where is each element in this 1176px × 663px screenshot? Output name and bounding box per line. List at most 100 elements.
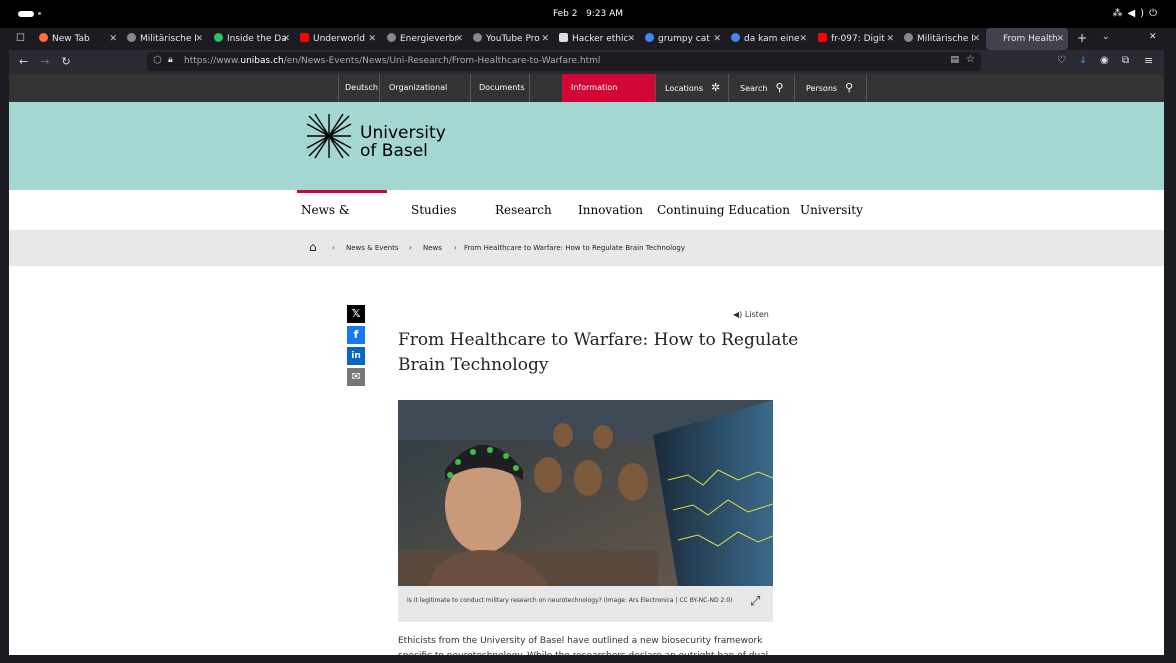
close-window-icon[interactable]: ✕ [1149,32,1157,42]
chevron-right-icon: › [454,244,457,252]
tab-8[interactable]: da kam eine ✕ [731,28,809,50]
close-icon[interactable]: ✕ [455,28,463,50]
persons-button[interactable]: Persons ⚲ [799,74,867,102]
close-icon[interactable]: ✕ [282,28,290,50]
tab-5[interactable]: YouTube Pro ✕ [473,28,551,50]
nav-university[interactable]: University [800,190,863,230]
tab-strip: ☐ New Tab ✕ Militärische I ✕ Inside the Da… [9,28,1164,50]
os-top-bar: Feb 2 9:23 AM ⁂◀)⏻ [0,0,1176,28]
volume-icon: ◀) [1127,8,1150,19]
bookmark-star-icon[interactable]: ☆ [966,54,975,65]
close-icon[interactable]: ✕ [1056,28,1064,50]
chevron-right-icon: › [332,244,335,252]
forward-icon[interactable]: → [40,55,61,68]
close-icon[interactable]: ✕ [109,28,117,50]
chevron-down-icon[interactable]: ⌄ [1102,32,1110,42]
breadcrumb-current: From Healthcare to Warfare: How to Regul… [464,244,685,252]
close-icon[interactable]: ✕ [972,28,980,50]
university-wordmark[interactable]: University of Basel [360,124,446,160]
close-icon[interactable]: ✕ [195,28,203,50]
tab-10[interactable]: Militärische I ✕ [904,28,982,50]
logo-line-2: of Basel [360,141,428,161]
lock-icon[interactable]: 🔒︎ [168,55,173,65]
persons-label: Persons [806,84,838,93]
tab-label: Inside the Da [227,34,287,44]
new-tab-icon[interactable]: + [1077,31,1087,45]
nav-innovation[interactable]: Innovation [578,190,643,230]
tab-label: Energieverbr [400,34,459,44]
tab-label: grumpy cat [658,34,710,44]
hero-image[interactable] [398,400,773,586]
tab-9[interactable]: fr-097: Digit ✕ [818,28,896,50]
tab-1[interactable]: Militärische I ✕ [127,28,205,50]
search-button[interactable]: Search ⚲ [733,74,795,102]
url-text: https://www.unibas.ch/en/News-Events/New… [184,56,600,66]
tab-3[interactable]: Underworld ✕ [300,28,378,50]
article-body: Ethicists from the University of Basel h… [398,636,771,655]
extensions-icon[interactable]: ⧉ [1122,55,1129,66]
nav-studies[interactable]: Studies [411,190,457,230]
search-label: Search [740,84,768,93]
nav-research[interactable]: Research [495,190,552,230]
search-icon: ⚲ [775,81,784,94]
image-caption: Is it legitimate to conduct military res… [398,586,773,622]
menu-icon[interactable]: ≡ [1144,54,1153,67]
account-icon[interactable]: ◉ [1100,55,1109,66]
org-units-link[interactable]: Organizational units [383,74,471,120]
tab-label: From Health [1003,34,1058,44]
deutsch-link[interactable]: Deutsch [338,74,380,102]
close-icon[interactable]: ✕ [886,28,894,50]
system-tray[interactable]: ⁂◀)⏻ [1112,8,1162,19]
tab-overview-icon[interactable]: ☐ [16,33,25,44]
expand-icon[interactable]: ⤢ [750,594,760,609]
tab-2[interactable]: Inside the Da ✕ [214,28,292,50]
speaker-icon: ◀) [733,310,743,319]
share-x-button[interactable]: 𝕏 [347,305,365,323]
caption-text: Is it legitimate to conduct military res… [407,597,733,604]
information-for-button[interactable]: Information for...▲ [562,74,656,120]
close-icon[interactable]: ✕ [799,28,807,50]
power-icon: ⏻ [1149,8,1162,19]
close-icon[interactable]: ✕ [713,28,721,50]
reload-icon[interactable]: ↻ [61,55,82,68]
locations-button[interactable]: Locations ✲ [658,74,729,102]
tab-label: da kam eine [744,34,800,44]
downloads-icon[interactable]: ↓ [1079,55,1087,66]
tab-0[interactable]: New Tab ✕ [39,28,119,50]
close-icon[interactable]: ✕ [368,28,376,50]
logo-line-1: University [360,123,446,143]
site-icon [559,33,568,42]
home-icon[interactable]: ⌂ [309,240,317,254]
utility-nav: Deutsch Organizational units Documents I… [9,74,1164,120]
site-icon [127,33,136,42]
tab-4[interactable]: Energieverbr ✕ [387,28,465,50]
close-icon[interactable]: ✕ [541,28,549,50]
article-title: From Healthcare to Warfare: How to Regul… [398,330,799,375]
main-navigation: News & Events Studies Research Innovatio… [9,190,1164,251]
shield-icon[interactable]: ⬡ [153,55,162,66]
google-icon [645,33,654,42]
share-linkedin-button[interactable]: in [347,347,365,365]
pocket-icon[interactable]: ♡ [1057,55,1066,66]
reader-mode-icon[interactable]: ▤ [950,55,959,65]
back-icon[interactable]: ← [19,55,40,68]
url-bar[interactable]: ⬡ 🔒︎ https://www.unibas.ch/en/News-Event… [147,52,981,71]
share-email-button[interactable]: ✉ [347,368,365,386]
breadcrumb-news-events[interactable]: News & Events [346,244,399,252]
close-icon[interactable]: ✕ [627,28,635,50]
tab-active[interactable]: From Health ✕ [986,28,1068,50]
network-icon: ⁂ [1112,8,1128,19]
nav-news-events[interactable]: News & Events [297,190,387,251]
share-facebook-button[interactable]: f [347,326,365,344]
tab-6[interactable]: Hacker ethic ✕ [559,28,637,50]
listen-label: Listen [744,310,769,319]
location-icon: ✲ [711,81,721,94]
clock[interactable]: Feb 2 9:23 AM [0,9,1176,19]
nav-continuing-education[interactable]: Continuing Education [657,190,790,230]
url-path: /en/News-Events/News/Uni-Research/From-H… [283,56,601,66]
documents-link[interactable]: Documents [473,74,530,102]
breadcrumb-news[interactable]: News [423,244,442,252]
tab-7[interactable]: grumpy cat ✕ [645,28,723,50]
youtube-icon [818,33,827,42]
listen-button[interactable]: ◀) Listen [733,310,769,319]
